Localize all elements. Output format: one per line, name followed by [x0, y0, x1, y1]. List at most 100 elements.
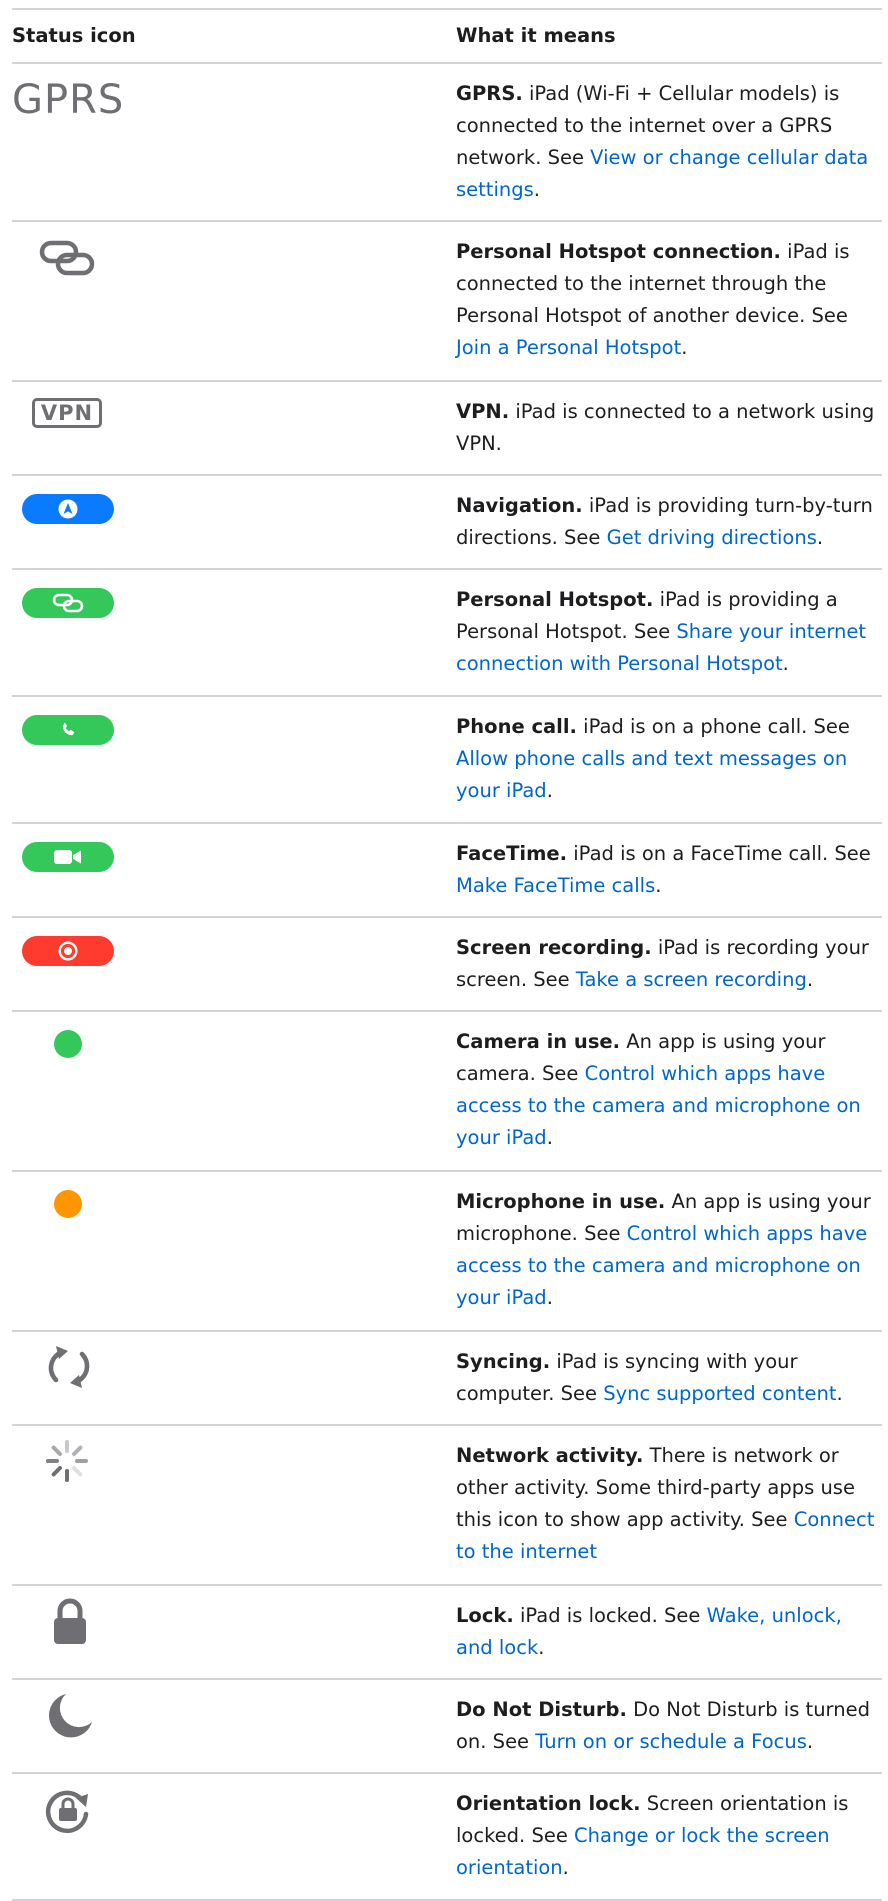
row-title: Network activity.	[456, 1444, 644, 1467]
row-after: .	[836, 1382, 843, 1405]
table-row: Do Not Disturb. Do Not Disturb is turned…	[12, 1679, 882, 1773]
description-cell: VPN. iPad is connected to a network usin…	[456, 381, 882, 475]
row-text: iPad is connected to a network using VPN…	[456, 400, 875, 455]
microphone-in-use-icon	[54, 1190, 82, 1218]
navigation-icon	[22, 494, 114, 524]
orientation-lock-icon	[45, 1790, 89, 1834]
syncing-icon	[48, 1346, 90, 1388]
row-title: Do Not Disturb.	[456, 1698, 627, 1721]
description-cell: Navigation. iPad is providing turn-by-tu…	[456, 475, 882, 569]
description-cell: Phone call. iPad is on a phone call. See…	[456, 696, 882, 823]
status-icon-cell: GPRS	[12, 63, 456, 221]
table-row: VPN VPN. iPad is connected to a network …	[12, 381, 882, 475]
row-title: Navigation.	[456, 494, 583, 517]
personal-hotspot-icon	[22, 588, 114, 618]
status-icon-cell	[12, 1171, 456, 1331]
table-header: Status icon What it means	[12, 9, 882, 63]
table-row: Screen recording. iPad is recording your…	[12, 917, 882, 1011]
row-title: Lock.	[456, 1604, 514, 1627]
row-title: FaceTime.	[456, 842, 568, 865]
personal-hotspot-connection-icon	[39, 240, 95, 276]
phone-call-icon	[22, 715, 114, 745]
table-row: Microphone in use. An app is using your …	[12, 1171, 882, 1331]
row-title: Personal Hotspot.	[456, 588, 654, 611]
row-text: iPad is on a FaceTime call. See	[573, 842, 871, 865]
table-row: Camera in use. An app is using your came…	[12, 1011, 882, 1171]
status-icon-cell	[12, 1331, 456, 1425]
description-cell: Screen recording. iPad is recording your…	[456, 917, 882, 1011]
row-after: .	[546, 1286, 553, 1309]
camera-in-use-icon	[54, 1030, 82, 1058]
row-after: .	[546, 1126, 553, 1149]
status-icon-cell	[12, 569, 456, 696]
row-after: .	[533, 178, 540, 201]
description-cell: GPRS. iPad (Wi-Fi + Cellular models) is …	[456, 63, 882, 221]
row-after: .	[546, 779, 553, 802]
vpn-icon: VPN	[32, 398, 102, 428]
row-link[interactable]: Allow phone calls and text messages on y…	[456, 747, 847, 802]
description-cell: Personal Hotspot connection. iPad is con…	[456, 221, 882, 381]
status-icon-cell	[12, 1679, 456, 1773]
row-link[interactable]: Get driving directions	[607, 526, 817, 549]
column-header-status-icon: Status icon	[12, 24, 136, 47]
row-title: Camera in use.	[456, 1030, 621, 1053]
status-icon-cell	[12, 1011, 456, 1171]
description-cell: Microphone in use. An app is using your …	[456, 1171, 882, 1331]
row-title: Personal Hotspot connection.	[456, 240, 781, 263]
table-row: Personal Hotspot. iPad is providing a Pe…	[12, 569, 882, 696]
video-camera-glyph	[54, 850, 81, 864]
row-link[interactable]: Join a Personal Hotspot	[456, 336, 681, 359]
description-cell: Network activity. There is network or ot…	[456, 1425, 882, 1585]
row-title: Orientation lock.	[456, 1792, 641, 1815]
phone-glyph	[62, 722, 75, 736]
network-activity-icon	[46, 1440, 88, 1482]
description-cell: Personal Hotspot. iPad is providing a Pe…	[456, 569, 882, 696]
table-row: FaceTime. iPad is on a FaceTime call. Se…	[12, 823, 882, 917]
row-after: .	[655, 874, 662, 897]
table-row: Navigation. iPad is providing turn-by-tu…	[12, 475, 882, 569]
description-cell: Camera in use. An app is using your came…	[456, 1011, 882, 1171]
row-link[interactable]: Sync supported content	[603, 1382, 836, 1405]
status-icon-cell	[12, 696, 456, 823]
table-row: Personal Hotspot connection. iPad is con…	[12, 221, 882, 381]
row-after: .	[562, 1856, 569, 1879]
row-title: Screen recording.	[456, 936, 652, 959]
status-icon-cell	[12, 823, 456, 917]
row-title: Syncing.	[456, 1350, 551, 1373]
row-text: iPad is on a phone call. See	[583, 715, 850, 738]
status-icon-cell	[12, 1425, 456, 1585]
screen-recording-icon	[22, 936, 114, 966]
vpn-icon-label: VPN	[40, 401, 94, 425]
row-text: iPad is locked. See	[519, 1604, 701, 1627]
gprs-text-icon: GPRS	[12, 77, 125, 123]
lock-icon	[54, 1598, 86, 1644]
description-cell: Lock. iPad is locked. See Wake, unlock, …	[456, 1585, 882, 1679]
row-title: VPN.	[456, 400, 510, 423]
row-title: Phone call.	[456, 715, 577, 738]
row-title: GPRS.	[456, 82, 523, 105]
table-row: Phone call. iPad is on a phone call. See…	[12, 696, 882, 823]
row-link[interactable]: Turn on or schedule a Focus	[535, 1730, 807, 1753]
description-cell: Orientation lock. Screen orientation is …	[456, 1773, 882, 1900]
status-icon-cell	[12, 917, 456, 1011]
status-icon-cell	[12, 221, 456, 381]
row-link[interactable]: Make FaceTime calls	[456, 874, 655, 897]
hotspot-link-glyph	[52, 593, 84, 613]
row-after: .	[782, 652, 789, 675]
table-row: Orientation lock. Screen orientation is …	[12, 1773, 882, 1900]
row-after: .	[538, 1636, 545, 1659]
row-after: .	[681, 336, 688, 359]
status-icon-cell: VPN	[12, 381, 456, 475]
row-after: .	[806, 1730, 814, 1753]
status-icons-table: Status icon What it means GPRS GPRS. iPa…	[12, 8, 882, 1901]
row-link[interactable]: Take a screen recording	[576, 968, 807, 991]
status-icon-cell	[12, 1773, 456, 1900]
column-header-what-it-means: What it means	[456, 24, 616, 47]
table-row: Syncing. iPad is syncing with your compu…	[12, 1331, 882, 1425]
row-after: .	[816, 526, 824, 549]
do-not-disturb-icon	[49, 1694, 92, 1738]
row-after: .	[806, 968, 814, 991]
description-cell: Syncing. iPad is syncing with your compu…	[456, 1331, 882, 1425]
record-glyph	[58, 941, 78, 961]
status-icon-cell	[12, 1585, 456, 1679]
